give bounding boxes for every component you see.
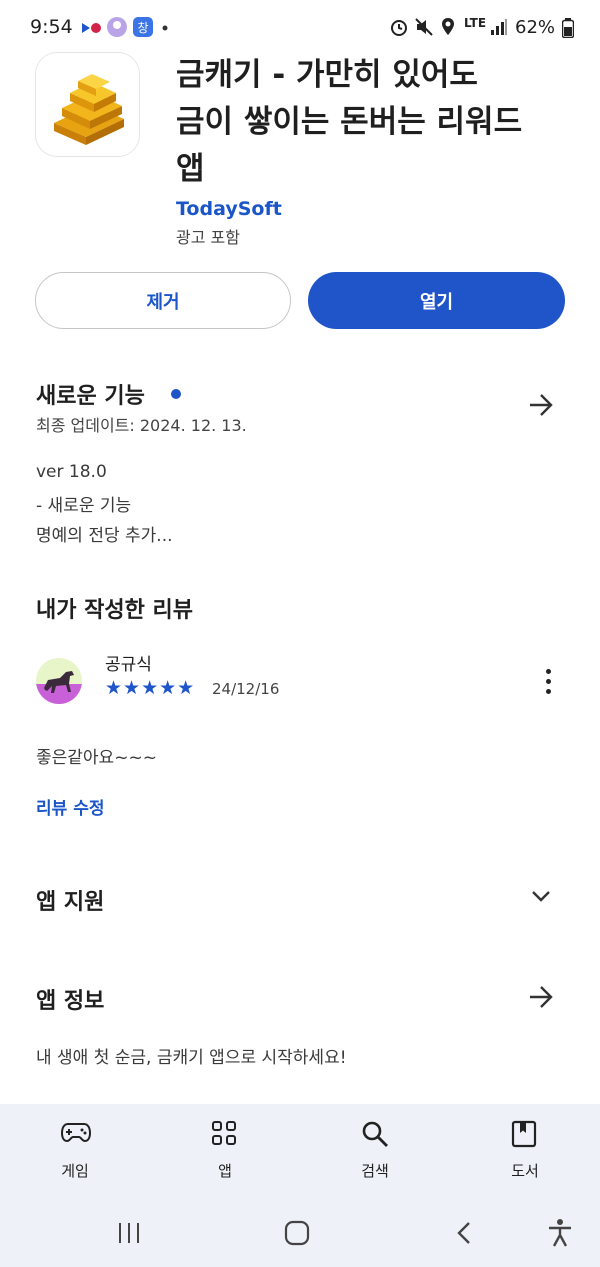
back-icon[interactable] <box>456 1221 472 1245</box>
star-rating: ★★★★★ <box>105 677 196 699</box>
book-icon <box>511 1120 537 1148</box>
uninstall-button[interactable]: 제거 <box>35 272 291 329</box>
whats-new-arrow-icon[interactable] <box>528 393 554 417</box>
nav-search[interactable]: 검색 <box>315 1104 435 1190</box>
nav-apps[interactable]: 앱 <box>165 1104 285 1190</box>
app-title-line: 앱 <box>176 151 205 187</box>
ads-notice: 광고 포함 <box>176 228 240 247</box>
media-app-icon <box>82 23 101 33</box>
release-note-line: - 새로운 기능 <box>36 496 132 516</box>
review-date: 24/12/16 <box>212 680 280 698</box>
app-support-title[interactable]: 앱 지원 <box>36 884 104 916</box>
my-review-title: 내가 작성한 리뷰 <box>36 598 193 623</box>
nav-books-label: 도서 <box>511 1162 539 1180</box>
apps-grid-icon <box>212 1121 236 1145</box>
app-icon <box>35 52 140 157</box>
app-description: 내 생애 첫 순금, 금캐기 앱으로 시작하세요! <box>36 1048 347 1068</box>
search-icon <box>362 1121 388 1147</box>
bottom-navigation: 게임 앱 검색 도서 <box>0 1104 600 1190</box>
edit-review-link[interactable]: 리뷰 수정 <box>36 794 104 819</box>
whats-new-title[interactable]: 새로운 기능 <box>36 378 145 410</box>
last-updated: 최종 업데이트: 2024. 12. 13. <box>36 416 247 435</box>
signal-icon <box>491 19 507 35</box>
horse-avatar-icon <box>36 658 82 704</box>
network-type: LTE <box>464 16 487 30</box>
svg-text:창: 창 <box>137 21 148 35</box>
chat-notification-icon: 창 <box>133 17 153 37</box>
location-icon <box>442 18 454 35</box>
reviewer-name: 공규식 <box>105 655 152 675</box>
nav-search-label: 검색 <box>361 1162 389 1180</box>
review-more-options-icon[interactable] <box>544 669 552 695</box>
chevron-down-icon[interactable] <box>531 890 551 904</box>
mute-icon <box>415 18 433 36</box>
avatar <box>36 658 82 704</box>
home-icon[interactable] <box>284 1220 310 1246</box>
release-note-line: 명예의 전당 추가... <box>36 526 173 546</box>
gold-bars-icon <box>54 74 124 145</box>
nav-apps-label: 앱 <box>218 1162 232 1180</box>
nav-games-label: 게임 <box>61 1162 89 1180</box>
app-title-line: 금이 쌓이는 돈버는 리워드 <box>176 104 523 140</box>
nav-games[interactable]: 게임 <box>15 1104 135 1190</box>
more-notifications-icon <box>162 25 168 31</box>
app-title: 금캐기 - 가만히 있어도 금이 쌓이는 돈버는 리워드 앱 <box>176 52 576 193</box>
accessibility-icon[interactable] <box>547 1218 573 1248</box>
review-text: 좋은같아요~~~ <box>36 748 157 768</box>
recent-apps-icon[interactable] <box>117 1222 141 1244</box>
alarm-icon <box>391 20 407 36</box>
app-title-line: 금캐기 - 가만히 있어도 <box>176 57 478 93</box>
app-info-arrow-icon[interactable] <box>528 985 554 1009</box>
release-note-line: ver 18.0 <box>36 462 107 482</box>
gamepad-icon <box>61 1123 91 1143</box>
app-info-title[interactable]: 앱 정보 <box>36 983 104 1015</box>
developer-link[interactable]: TodaySoft <box>176 198 282 220</box>
battery-icon <box>562 18 574 38</box>
system-navigation-bar <box>0 1190 600 1267</box>
battery-percent: 62% <box>515 17 556 38</box>
status-bar: 9:54 창 LTE 62% <box>0 0 600 56</box>
nav-books[interactable]: 도서 <box>465 1104 585 1190</box>
new-indicator-dot <box>171 389 181 399</box>
profile-notification-icon <box>107 17 127 37</box>
open-button[interactable]: 열기 <box>308 272 565 329</box>
status-time: 9:54 <box>30 16 73 38</box>
